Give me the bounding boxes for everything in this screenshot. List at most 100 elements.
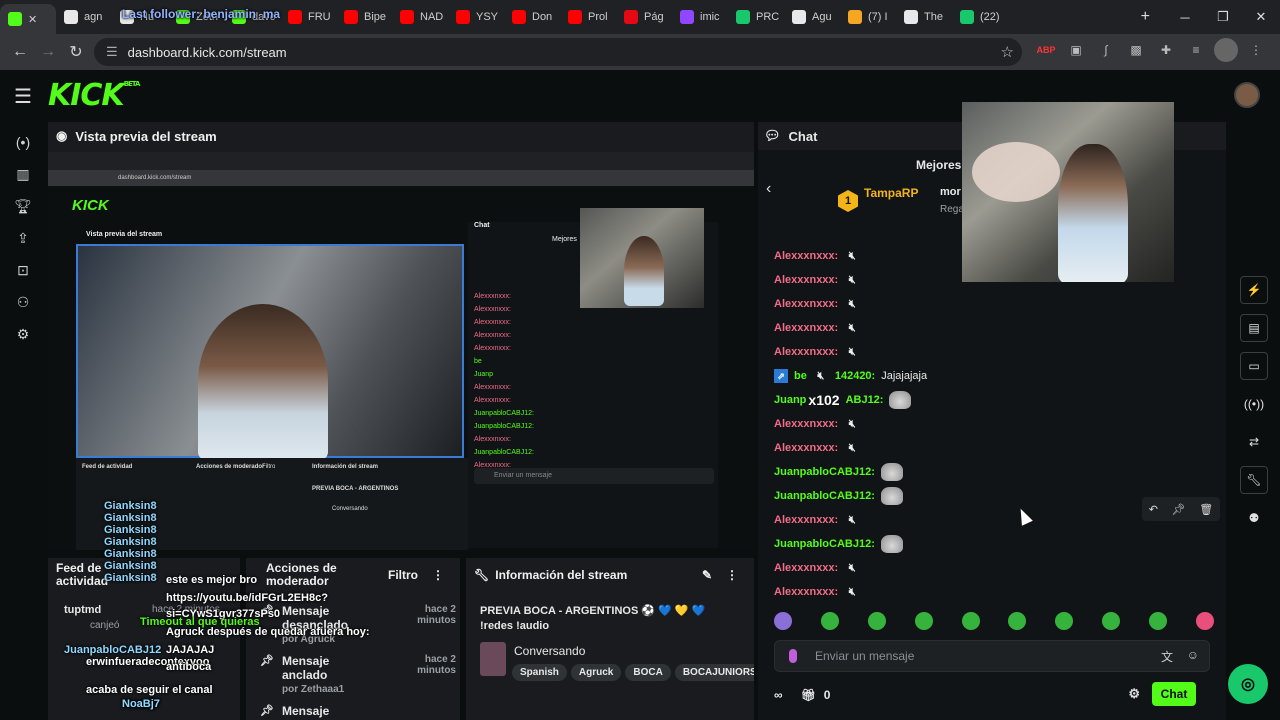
chat-message[interactable]: Alexxxnxxx: 🔇︎	[774, 580, 1214, 604]
stream-tag[interactable]: BOCAJUNIORS	[674, 664, 754, 681]
translate-icon[interactable]: 文	[1161, 648, 1173, 665]
chat-username[interactable]: Juanp	[774, 394, 806, 406]
chat-username[interactable]: Alexxxnxxx:	[774, 562, 838, 574]
emoji-icon[interactable]: ☺	[1187, 648, 1199, 662]
browser-tab[interactable]: Bipe	[336, 4, 392, 30]
emote-icon[interactable]	[1102, 612, 1121, 630]
top-user[interactable]: TampaRP	[864, 186, 918, 200]
emote-icon[interactable]	[914, 612, 933, 630]
profile-icon[interactable]	[1214, 38, 1238, 62]
pin-icon[interactable]: 📌︎	[1172, 503, 1186, 516]
emote-icon[interactable]	[820, 612, 839, 630]
browser-tab[interactable]: Don	[504, 4, 560, 30]
emote-icon[interactable]	[1195, 612, 1214, 630]
forward-icon[interactable]: →	[34, 38, 62, 66]
broadcast-icon[interactable]: ((•))	[1240, 390, 1268, 418]
mic-icon[interactable]	[789, 649, 797, 663]
hamburger-menu-icon[interactable]: ☰	[14, 84, 32, 109]
chat-username[interactable]: Alexxxnxxx:	[774, 298, 838, 310]
stream-icon[interactable]: (•)	[0, 126, 46, 158]
tab-active[interactable]: ✕	[0, 4, 56, 34]
chat-username[interactable]: Alexxxnxxx:	[774, 418, 838, 430]
document-icon[interactable]: ▤	[1240, 314, 1268, 342]
browser-tab[interactable]: FRU	[280, 4, 336, 30]
wrench-icon[interactable]: 🔧︎	[1240, 466, 1268, 494]
emote-icon[interactable]	[774, 612, 792, 630]
minimize-icon[interactable]: ─	[1166, 0, 1204, 34]
browser-tab[interactable]: imic	[672, 4, 728, 30]
trophy-icon[interactable]: 🏆︎	[0, 190, 46, 222]
upload-icon[interactable]: ⇪	[0, 222, 46, 254]
more-icon[interactable]: ⋮	[1244, 38, 1268, 62]
browser-tab[interactable]: Agu	[784, 4, 840, 30]
switch-icon[interactable]: ⇄	[1240, 428, 1268, 456]
chat-username[interactable]: Alexxxnxxx:	[774, 274, 838, 286]
close-window-icon[interactable]: ✕	[1242, 0, 1280, 34]
emote-icon[interactable]	[867, 612, 886, 630]
url-input[interactable]: ☰ dashboard.kick.com/stream ☆	[94, 38, 1022, 66]
chat-message[interactable]: Alexxxnxxx: 🔇︎	[774, 340, 1214, 364]
back-icon[interactable]: ←	[6, 38, 34, 66]
chat-username[interactable]: JuanpabloCABJ12:	[774, 490, 875, 502]
browser-tab[interactable]: Prol	[560, 4, 616, 30]
filter-button[interactable]: Filtro	[388, 568, 418, 582]
stream-tag[interactable]: Spanish	[512, 664, 567, 681]
emote-icon[interactable]	[1149, 612, 1167, 630]
chat-username[interactable]: Alexxxnxxx:	[774, 514, 838, 526]
restore-icon[interactable]: ❐	[1204, 0, 1242, 34]
chat-message[interactable]: Alexxxnxxx: 🔇︎	[774, 292, 1214, 316]
chat-message[interactable]: Alexxxnxxx: 🔇︎	[774, 556, 1214, 580]
points-icon[interactable]: ∞	[774, 688, 783, 702]
reply-icon[interactable]: ↶	[1149, 503, 1158, 516]
chat-icon[interactable]: ▭	[1240, 352, 1268, 380]
chat-username[interactable]: JuanpabloCABJ12:	[774, 538, 875, 550]
analytics-icon[interactable]: ▥	[0, 158, 46, 190]
top-user-2[interactable]: mor	[940, 186, 961, 198]
extension-icon[interactable]: ▩	[1124, 38, 1148, 62]
lightning-icon[interactable]: ⚡	[1240, 276, 1268, 304]
chat-message[interactable]: Alexxxnxxx: 🔇︎	[774, 436, 1214, 460]
browser-tab[interactable]: Pág	[616, 4, 672, 30]
stream-tag[interactable]: BOCA	[625, 664, 671, 681]
edit-icon[interactable]: ✎	[702, 568, 712, 582]
chat-username[interactable]: be	[794, 370, 807, 382]
more-options-icon[interactable]: ⋮	[432, 568, 444, 582]
reload-icon[interactable]: ↻	[62, 38, 90, 66]
chat-message[interactable]: JuanpabloCABJ12:	[774, 460, 1214, 484]
settings-icon[interactable]: ⚙	[0, 318, 46, 350]
emote-icon[interactable]	[1008, 612, 1027, 630]
stream-preview-video[interactable]: dashboard.kick.com/stream KICK Vista pre…	[48, 152, 754, 550]
new-tab-button[interactable]: +	[1141, 8, 1150, 26]
chat-settings-icon[interactable]: ⚙	[1128, 686, 1140, 702]
puzzle-icon[interactable]: ✚	[1154, 38, 1178, 62]
chat-username[interactable]: Alexxxnxxx:	[774, 346, 838, 358]
adblock-icon[interactable]: ABP	[1034, 38, 1058, 62]
mod-icon[interactable]: ⊡	[0, 254, 46, 286]
delete-icon[interactable]: 🗑︎	[1199, 503, 1213, 516]
avatar[interactable]	[1234, 82, 1260, 108]
emote-icon[interactable]	[1055, 612, 1074, 630]
chat-input[interactable]: Enviar un mensaje 文 ☺	[774, 640, 1210, 672]
kick-logo[interactable]: KICKBETA	[48, 78, 140, 113]
browser-tab[interactable]: (22)	[952, 4, 1008, 30]
emote-icon[interactable]	[961, 612, 980, 630]
community-icon[interactable]: ⚇	[0, 286, 46, 318]
chat-username[interactable]: JuanpabloCABJ12:	[774, 466, 875, 478]
site-info-icon[interactable]: ☰	[106, 44, 118, 60]
chat-message[interactable]: ⇗ be 🔇︎ 142420: Jajajajaja	[774, 364, 1214, 388]
stream-tag[interactable]: Agruck	[570, 664, 622, 681]
close-tab-icon[interactable]: ✕	[28, 13, 37, 26]
media-icon[interactable]: ≡	[1184, 38, 1208, 62]
gift-icon[interactable]: 🎁︎	[801, 688, 816, 702]
users-icon[interactable]: ⚉	[1240, 504, 1268, 532]
extension-icon[interactable]: ▣	[1064, 38, 1088, 62]
chat-username[interactable]: Alexxxnxxx:	[774, 322, 838, 334]
chat-username[interactable]: Alexxxnxxx:	[774, 586, 838, 598]
chat-message[interactable]: Alexxxnxxx: 🔇︎	[774, 316, 1214, 340]
browser-tab[interactable]: (7) I	[840, 4, 896, 30]
chat-message[interactable]: Juanp x102 ABJ12:	[774, 388, 1214, 412]
browser-tab[interactable]: agn	[56, 4, 112, 30]
bookmark-star-icon[interactable]: ☆	[1001, 43, 1014, 61]
chat-message[interactable]: JuanpabloCABJ12:	[774, 532, 1214, 556]
chat-send-button[interactable]: Chat	[1152, 682, 1196, 706]
